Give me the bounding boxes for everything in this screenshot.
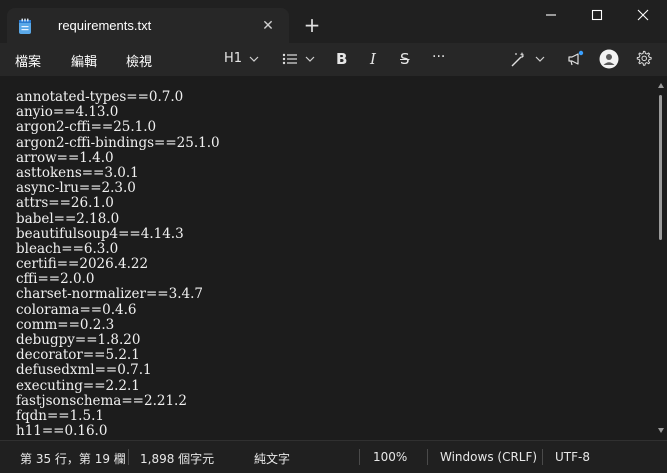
more-options-button[interactable]: ··· [432,49,445,67]
minimize-button[interactable] [542,6,560,24]
editor-line: decorator==5.2.1 [16,347,140,364]
copilot-write-icon[interactable] [509,51,527,68]
zoom-level[interactable]: 100% [373,450,407,464]
maximize-button[interactable] [588,6,606,24]
editor-line: async-lru==2.3.0 [16,180,136,197]
new-tab-button[interactable]: + [302,15,322,35]
account-avatar-icon[interactable] [599,49,619,69]
editor-line: argon2-cffi-bindings==25.1.0 [16,134,220,151]
status-bar: 第 35 行，第 19 欄 1,898 個字元 純文字 100% Windows… [0,440,667,473]
status-divider [542,449,543,465]
editor-line: comm==0.2.3 [16,316,115,333]
status-divider [359,449,360,465]
editor-line: colorama==0.4.6 [16,301,137,318]
editor-line: argon2-cffi==25.1.0 [16,119,157,136]
encoding[interactable]: UTF-8 [555,450,590,464]
status-divider [427,449,428,465]
notepad-icon [19,18,31,34]
list-icon[interactable] [282,52,298,66]
editor-line: cffi==2.0.0 [16,271,95,288]
editor-line: executing==2.2.1 [16,377,140,394]
editor-line: asttokens==3.0.1 [16,164,139,181]
editor-line: babel==2.18.0 [16,210,120,227]
text-editor[interactable]: annotated-types==0.7.0 anyio==4.13.0 argon… [0,77,667,440]
editor-line: debugpy==1.8.20 [16,332,141,348]
scroll-down-arrow-icon[interactable] [658,428,664,433]
italic-button[interactable]: I [370,50,376,68]
editor-line: bleach==6.3.0 [16,240,119,257]
scrollbar-thumb[interactable] [659,95,662,240]
heading-dropdown[interactable]: H1 [224,51,242,69]
editor-line: certifi==2026.4.22 [16,256,149,273]
editor-line: attrs==26.1.0 [16,195,114,212]
chevron-down-icon[interactable] [535,55,545,63]
megaphone-icon[interactable] [566,50,584,68]
editor-line: anyio==4.13.0 [16,104,119,121]
scroll-up-arrow-icon[interactable] [658,83,664,88]
text-format[interactable]: 純文字 [254,450,290,467]
menu-edit[interactable]: 編輯 [71,51,97,70]
menu-bar: 檔案 編輯 檢視 H1 B I S ··· [0,43,667,77]
strikethrough-button[interactable]: S [400,50,410,68]
status-divider [128,449,129,465]
menu-file[interactable]: 檔案 [15,51,41,70]
editor-line: beautifulsoup4==4.14.3 [16,225,184,242]
chevron-down-icon[interactable] [305,55,315,63]
settings-gear-icon[interactable] [635,50,652,67]
character-count: 1,898 個字元 [140,452,215,466]
title-bar: requirements.txt ✕ + [0,0,667,43]
editor-line: arrow==1.4.0 [16,149,114,166]
chevron-down-icon[interactable] [249,55,259,63]
editor-line: fastjsonschema==2.21.2 [16,392,187,409]
editor-line: fqdn==1.5.1 [16,407,104,424]
tab-requirements[interactable]: requirements.txt ✕ [7,8,289,43]
menu-view[interactable]: 檢視 [126,51,152,70]
editor-line: h11==0.16.0 [16,423,108,440]
editor-line: defusedxml==0.7.1 [16,362,152,379]
editor-content[interactable]: annotated-types==0.7.0 anyio==4.13.0 argon… [16,89,220,440]
tab-close-button[interactable]: ✕ [259,17,277,35]
tab-title: requirements.txt [58,18,152,33]
cursor-position: 第 35 行，第 19 欄 [20,452,126,466]
editor-line: annotated-types==0.7.0 [16,89,184,105]
close-window-button[interactable] [634,6,652,24]
bold-button[interactable]: B [336,50,347,68]
editor-line: charset-normalizer==3.4.7 [16,286,203,303]
line-ending[interactable]: Windows (CRLF) [440,450,537,464]
